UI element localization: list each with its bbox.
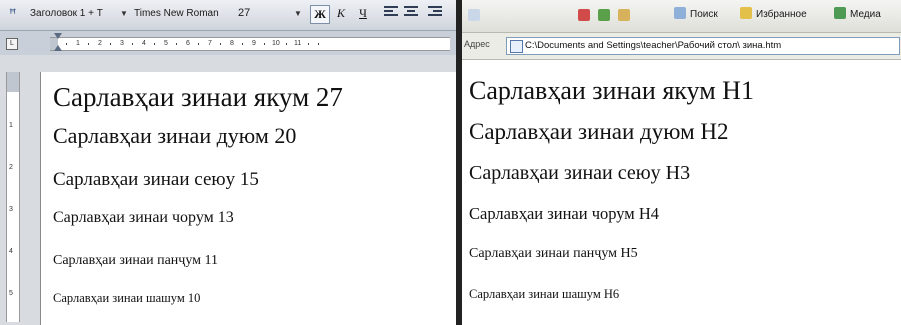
- chevron-down-icon[interactable]: ▼: [294, 5, 302, 22]
- h1-text: Сарлавҳаи зинаи якум H1: [469, 76, 754, 105]
- heading-2-text: Сарлавҳаи зинаи дуюм 20: [53, 123, 297, 148]
- styles-icon[interactable]: ꟸ: [9, 7, 23, 21]
- heading-5-text: Сарлавҳаи зинаи панҷум 11: [53, 253, 218, 268]
- media-button[interactable]: Медиа: [834, 7, 881, 23]
- align-left-icon[interactable]: [384, 6, 398, 20]
- refresh-icon[interactable]: [598, 9, 610, 21]
- media-label: Медиа: [850, 9, 881, 20]
- horizontal-ruler[interactable]: 1 2 3 4 5 6 7 8 9 10 11: [50, 37, 450, 51]
- favorites-label: Избранное: [756, 9, 807, 20]
- address-input[interactable]: C:\Documents and Settings\teacher\Рабочи…: [506, 37, 900, 55]
- underline-button[interactable]: Ч: [354, 5, 372, 22]
- chevron-down-icon[interactable]: ▼: [120, 5, 128, 22]
- home-icon[interactable]: [618, 9, 630, 21]
- heading-6-text: Сарлавҳаи зинаи шашум 10: [53, 291, 201, 305]
- back-icon[interactable]: [468, 9, 480, 21]
- address-bar: Адрес C:\Documents and Settings\teacher\…: [462, 33, 901, 60]
- star-icon: [740, 7, 752, 19]
- browser-toolbar: Поиск Избранное Медиа: [462, 0, 901, 33]
- favorites-button[interactable]: Избранное: [740, 7, 807, 23]
- bold-button[interactable]: Ж: [310, 5, 330, 24]
- horizontal-ruler-bar: L 1 2 3 4 5 6 7 8 9 10 11: [0, 31, 456, 55]
- align-center-icon[interactable]: [404, 6, 418, 20]
- heading-3-text: Сарлавҳаи зинаи сеюу 15: [53, 169, 259, 190]
- style-dropdown[interactable]: Заголовок 1 + Т: [30, 5, 118, 22]
- tab-stop-selector[interactable]: L: [6, 38, 18, 50]
- heading-4-text: Сарлавҳаи зинаи чорум 13: [53, 209, 234, 226]
- stop-icon[interactable]: [578, 9, 590, 21]
- h4-text: Сарлавҳаи зинаи чорум H4: [469, 204, 660, 223]
- font-size-dropdown[interactable]: 27: [238, 5, 278, 22]
- search-label: Поиск: [690, 9, 718, 20]
- italic-button[interactable]: К: [332, 5, 350, 22]
- formatting-toolbar: ꟸ Заголовок 1 + Т ▼ Times New Roman 27 ▼…: [0, 0, 456, 31]
- word-window: ꟸ Заголовок 1 + Т ▼ Times New Roman 27 ▼…: [0, 0, 456, 325]
- browser-window: Поиск Избранное Медиа Адрес C:\Documents…: [462, 0, 901, 325]
- address-label: Адрес: [464, 39, 490, 49]
- h3-text: Сарлавҳаи зинаи сеюу H3: [469, 162, 691, 184]
- browser-page: Сарлавҳаи зинаи якум H1 Сарлавҳаи зинаи …: [462, 60, 901, 325]
- search-button[interactable]: Поиск: [674, 7, 718, 23]
- document-page[interactable]: Сарлавҳаи зинаи якум 27 Сарлавҳаи зинаи …: [40, 72, 456, 325]
- heading-1-text: Сарлавҳаи зинаи якум 27: [53, 82, 343, 112]
- vertical-ruler: 1 2 3 4 5: [6, 72, 20, 322]
- media-icon: [834, 7, 846, 19]
- font-dropdown[interactable]: Times New Roman: [134, 5, 234, 22]
- search-icon: [674, 7, 686, 19]
- align-right-icon[interactable]: [428, 6, 442, 20]
- h6-text: Сарлавҳаи зинаи шашум H6: [469, 287, 620, 301]
- h2-text: Сарлавҳаи зинаи дуюм H2: [469, 119, 729, 144]
- h5-text: Сарлавҳаи зинаи панҷум H5: [469, 246, 638, 261]
- address-value: C:\Documents and Settings\teacher\Рабочи…: [525, 40, 782, 51]
- indent-marker[interactable]: [54, 33, 62, 53]
- page-icon: [510, 40, 523, 53]
